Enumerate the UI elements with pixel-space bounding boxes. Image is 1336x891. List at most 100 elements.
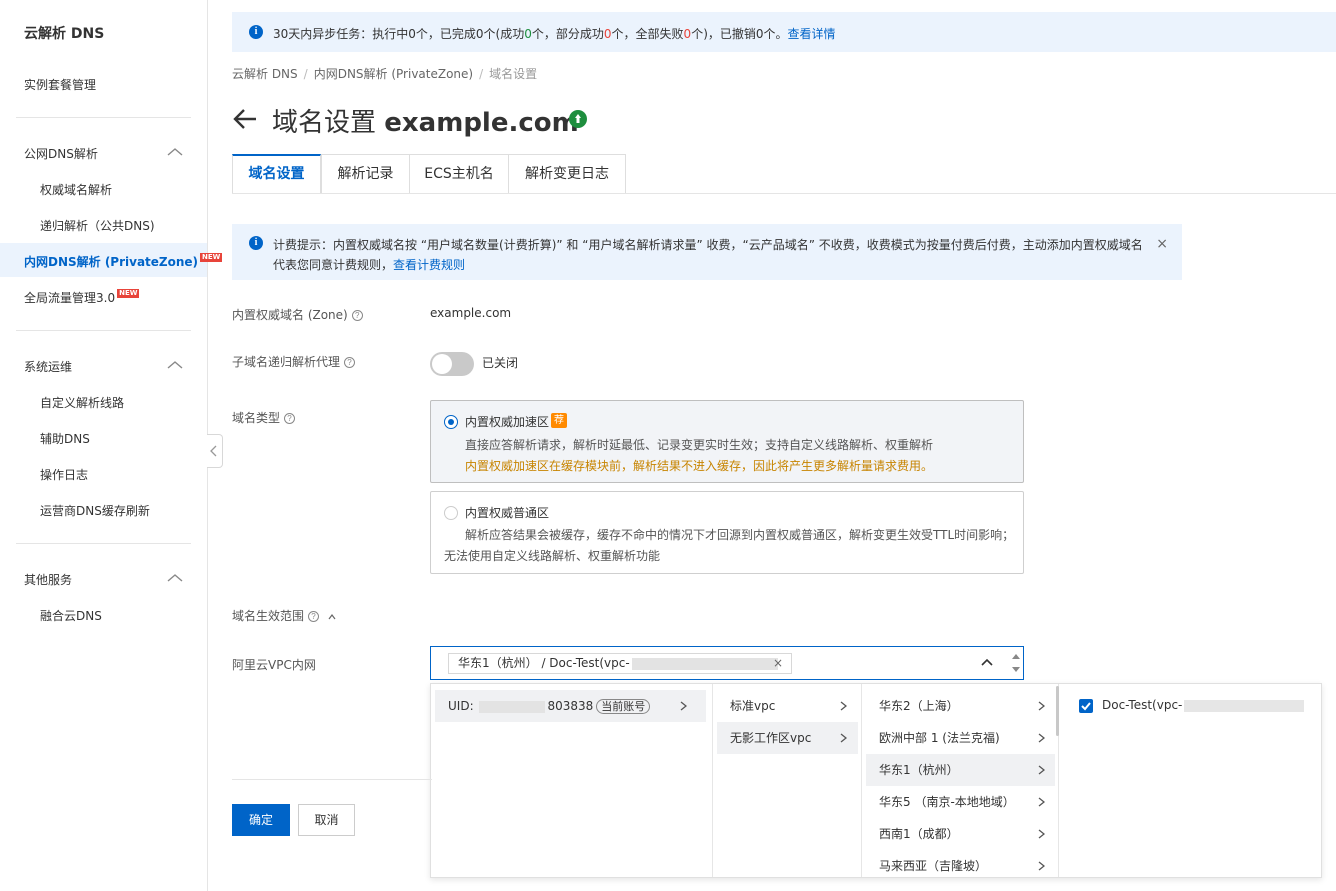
selected-vpc-tag: 华东1（杭州） / Doc-Test(vpc- × xyxy=(448,653,792,674)
zone-type-accelerated-card[interactable]: 内置权威加速区荐 直接应答解析请求，解析时延最低、记录变更实时生效；支持自定义线… xyxy=(430,400,1024,483)
sidebar-item-aux-dns[interactable]: 辅助DNS xyxy=(40,430,90,447)
tab-domain-settings[interactable]: 域名设置 xyxy=(232,154,321,193)
sidebar-item-auth-domain[interactable]: 权威域名解析 xyxy=(40,181,112,198)
sidebar-group-public-dns[interactable]: 公网DNS解析 xyxy=(24,145,98,162)
cancel-button[interactable]: 取消 xyxy=(298,804,355,836)
cascader-region-item[interactable]: 马来西亚（吉隆坡） xyxy=(866,850,1055,882)
cascader-region-item[interactable]: 华东5 （南京-本地地域） xyxy=(866,786,1055,818)
breadcrumb-item[interactable]: 云解析 DNS xyxy=(232,67,298,81)
radio-normal[interactable] xyxy=(444,506,458,520)
chevron-right-icon xyxy=(840,733,847,743)
footer-divider xyxy=(232,779,432,780)
radio-accelerated[interactable] xyxy=(444,415,458,429)
sidebar-divider xyxy=(16,117,191,118)
vpc-checkbox[interactable] xyxy=(1079,699,1093,713)
chevron-up-icon[interactable] xyxy=(166,146,184,158)
sidebar-item-instance-mgmt[interactable]: 实例套餐管理 xyxy=(24,76,96,93)
help-icon[interactable]: ? xyxy=(284,413,296,424)
sidebar-item-gtm-label: 全局流量管理3.0 xyxy=(24,291,116,305)
sidebar: 云解析 DNS 实例套餐管理 公网DNS解析 权威域名解析 递归解析（公共DNS… xyxy=(0,0,223,891)
breadcrumb-item[interactable]: 内网DNS解析 (PrivateZone) xyxy=(314,67,473,81)
chevron-up-icon[interactable] xyxy=(166,359,184,371)
new-badge: NEW xyxy=(200,253,223,262)
cascader-region-item[interactable]: 华东1（杭州） xyxy=(866,754,1055,786)
cascader-vpc-type-item[interactable]: 无影工作区vpc xyxy=(717,722,858,754)
chevron-right-icon xyxy=(680,701,687,711)
chevron-right-icon xyxy=(1038,701,1045,711)
info-icon: i xyxy=(249,25,263,39)
chevron-right-icon xyxy=(1038,765,1045,775)
normal-title: 内置权威普通区 xyxy=(465,506,550,520)
tab-records[interactable]: 解析记录 xyxy=(321,154,410,193)
accelerated-desc: 直接应答解析请求，解析时延最低、记录变更实时生效；支持自定义线路解析、权重解析 xyxy=(465,438,934,452)
async-task-notice: i 30天内异步任务：执行中0个，已完成0个(成功0个，部分成功0个，全部失败0… xyxy=(232,12,1336,52)
help-icon[interactable]: ? xyxy=(344,357,356,368)
view-details-link[interactable]: 查看详情 xyxy=(788,27,836,41)
current-account-tag: 当前账号 xyxy=(596,699,651,714)
sidebar-group-ops[interactable]: 系统运维 xyxy=(24,358,72,375)
chevron-right-icon xyxy=(1038,861,1045,871)
sidebar-item-isp-cache[interactable]: 运营商DNS缓存刷新 xyxy=(40,502,150,519)
chevron-right-icon xyxy=(840,701,847,711)
tab-underline xyxy=(232,193,1336,194)
chevron-right-icon xyxy=(1038,733,1045,743)
async-task-text: 30天内异步任务：执行中0个，已完成0个(成功0个，部分成功0个，全部失败0个)… xyxy=(273,27,836,41)
accelerated-warning: 内置权威加速区在缓存模块前，解析结果不进入缓存，因此将产生更多解析量请求费用。 xyxy=(465,459,934,473)
new-badge: NEW xyxy=(117,289,140,298)
sidebar-item-gtm[interactable]: 全局流量管理3.0 NEW xyxy=(24,289,140,306)
sidebar-title: 云解析 DNS xyxy=(24,26,105,42)
normal-desc: 解析应答结果会被缓存，缓存不命中的情况下才回源到内置权威普通区，解析变更生效受T… xyxy=(465,528,1015,542)
help-icon[interactable]: ? xyxy=(351,310,363,321)
billing-notice: i 计费提示：内置权威域名按 “用户域名数量(计费折算)” 和 “用户域名解析请… xyxy=(232,224,1182,280)
sidebar-item-private-zone[interactable]: 内网DNS解析 (PrivateZone) NEW xyxy=(24,253,223,270)
cascader-col-account: UID: 803838 当前账号 xyxy=(431,684,713,877)
page-title: 域名设置 example.com xyxy=(272,108,579,138)
normal-desc-2: 无法使用自定义线路解析、权重解析功能 xyxy=(444,549,661,563)
scope-label: 域名生效范围? xyxy=(232,607,337,624)
vpc-cascader: UID: 803838 当前账号 标准vpc 无影工作区vpc 华东2（上海） 欧… xyxy=(430,683,1322,878)
scroll-arrows-icon[interactable] xyxy=(1011,651,1021,675)
cascader-region-item[interactable]: 西南1（成都） xyxy=(866,818,1055,850)
close-icon[interactable]: × xyxy=(1156,236,1168,252)
recursive-proxy-toggle[interactable] xyxy=(430,352,474,376)
confirm-button[interactable]: 确定 xyxy=(232,804,290,836)
recursive-proxy-state: 已关闭 xyxy=(482,356,519,370)
billing-notice-text: 计费提示：内置权威域名按 “用户域名数量(计费折算)” 和 “用户域名解析请求量… xyxy=(273,238,1143,272)
check-icon xyxy=(1081,702,1091,711)
cascader-account-item[interactable]: UID: 803838 当前账号 xyxy=(435,690,706,722)
vpc-select[interactable]: 华东1（杭州） / Doc-Test(vpc- × xyxy=(430,646,1024,680)
sidebar-item-custom-lines[interactable]: 自定义解析线路 xyxy=(40,394,124,411)
chevron-up-icon[interactable] xyxy=(327,613,337,621)
sidebar-group-other[interactable]: 其他服务 xyxy=(24,571,72,588)
sidebar-item-fusion-dns[interactable]: 融合云DNS xyxy=(40,607,102,624)
chevron-up-icon[interactable] xyxy=(980,657,994,667)
accelerated-title: 内置权威加速区荐 xyxy=(465,413,568,430)
tab-change-log[interactable]: 解析变更日志 xyxy=(508,154,626,193)
sidebar-item-recursive[interactable]: 递归解析（公共DNS) xyxy=(40,217,155,234)
back-arrow-icon[interactable] xyxy=(232,108,258,130)
sidebar-collapse-handle[interactable] xyxy=(207,434,223,468)
cascader-region-item[interactable]: 华东2（上海） xyxy=(866,690,1055,722)
redacted-mask xyxy=(1184,699,1305,712)
sidebar-item-op-log[interactable]: 操作日志 xyxy=(40,466,88,483)
tag-close-icon[interactable]: × xyxy=(773,654,783,673)
chevron-right-icon xyxy=(1038,829,1045,839)
chevron-right-icon xyxy=(1038,797,1045,807)
vpc-item-label[interactable]: Doc-Test(vpc- xyxy=(1102,698,1305,712)
help-icon[interactable]: ? xyxy=(308,611,320,622)
cascader-col-vpc: Doc-Test(vpc- xyxy=(1059,684,1321,877)
sidebar-divider xyxy=(16,330,191,331)
cascader-vpc-type-item[interactable]: 标准vpc xyxy=(717,690,858,722)
tab-ecs-hostname[interactable]: ECS主机名 xyxy=(409,154,509,193)
sidebar-divider xyxy=(16,543,191,544)
chevron-up-icon[interactable] xyxy=(166,572,184,584)
breadcrumb: 云解析 DNS / 内网DNS解析 (PrivateZone) / 域名设置 xyxy=(232,67,538,81)
billing-rules-link[interactable]: 查看计费规则 xyxy=(393,258,465,272)
info-icon: i xyxy=(249,236,263,250)
sidebar-item-private-zone-label: 内网DNS解析 (PrivateZone) xyxy=(24,255,199,269)
redacted-mask xyxy=(631,657,778,670)
cascader-region-item[interactable]: 欧洲中部 1 (法兰克福) xyxy=(866,722,1055,754)
recommended-badge: 荐 xyxy=(551,413,568,428)
zone-type-normal-card[interactable]: 内置权威普通区 解析应答结果会被缓存，缓存不命中的情况下才回源到内置权威普通区，… xyxy=(430,491,1024,574)
recursive-proxy-label: 子域名递归解析代理? xyxy=(232,353,356,370)
